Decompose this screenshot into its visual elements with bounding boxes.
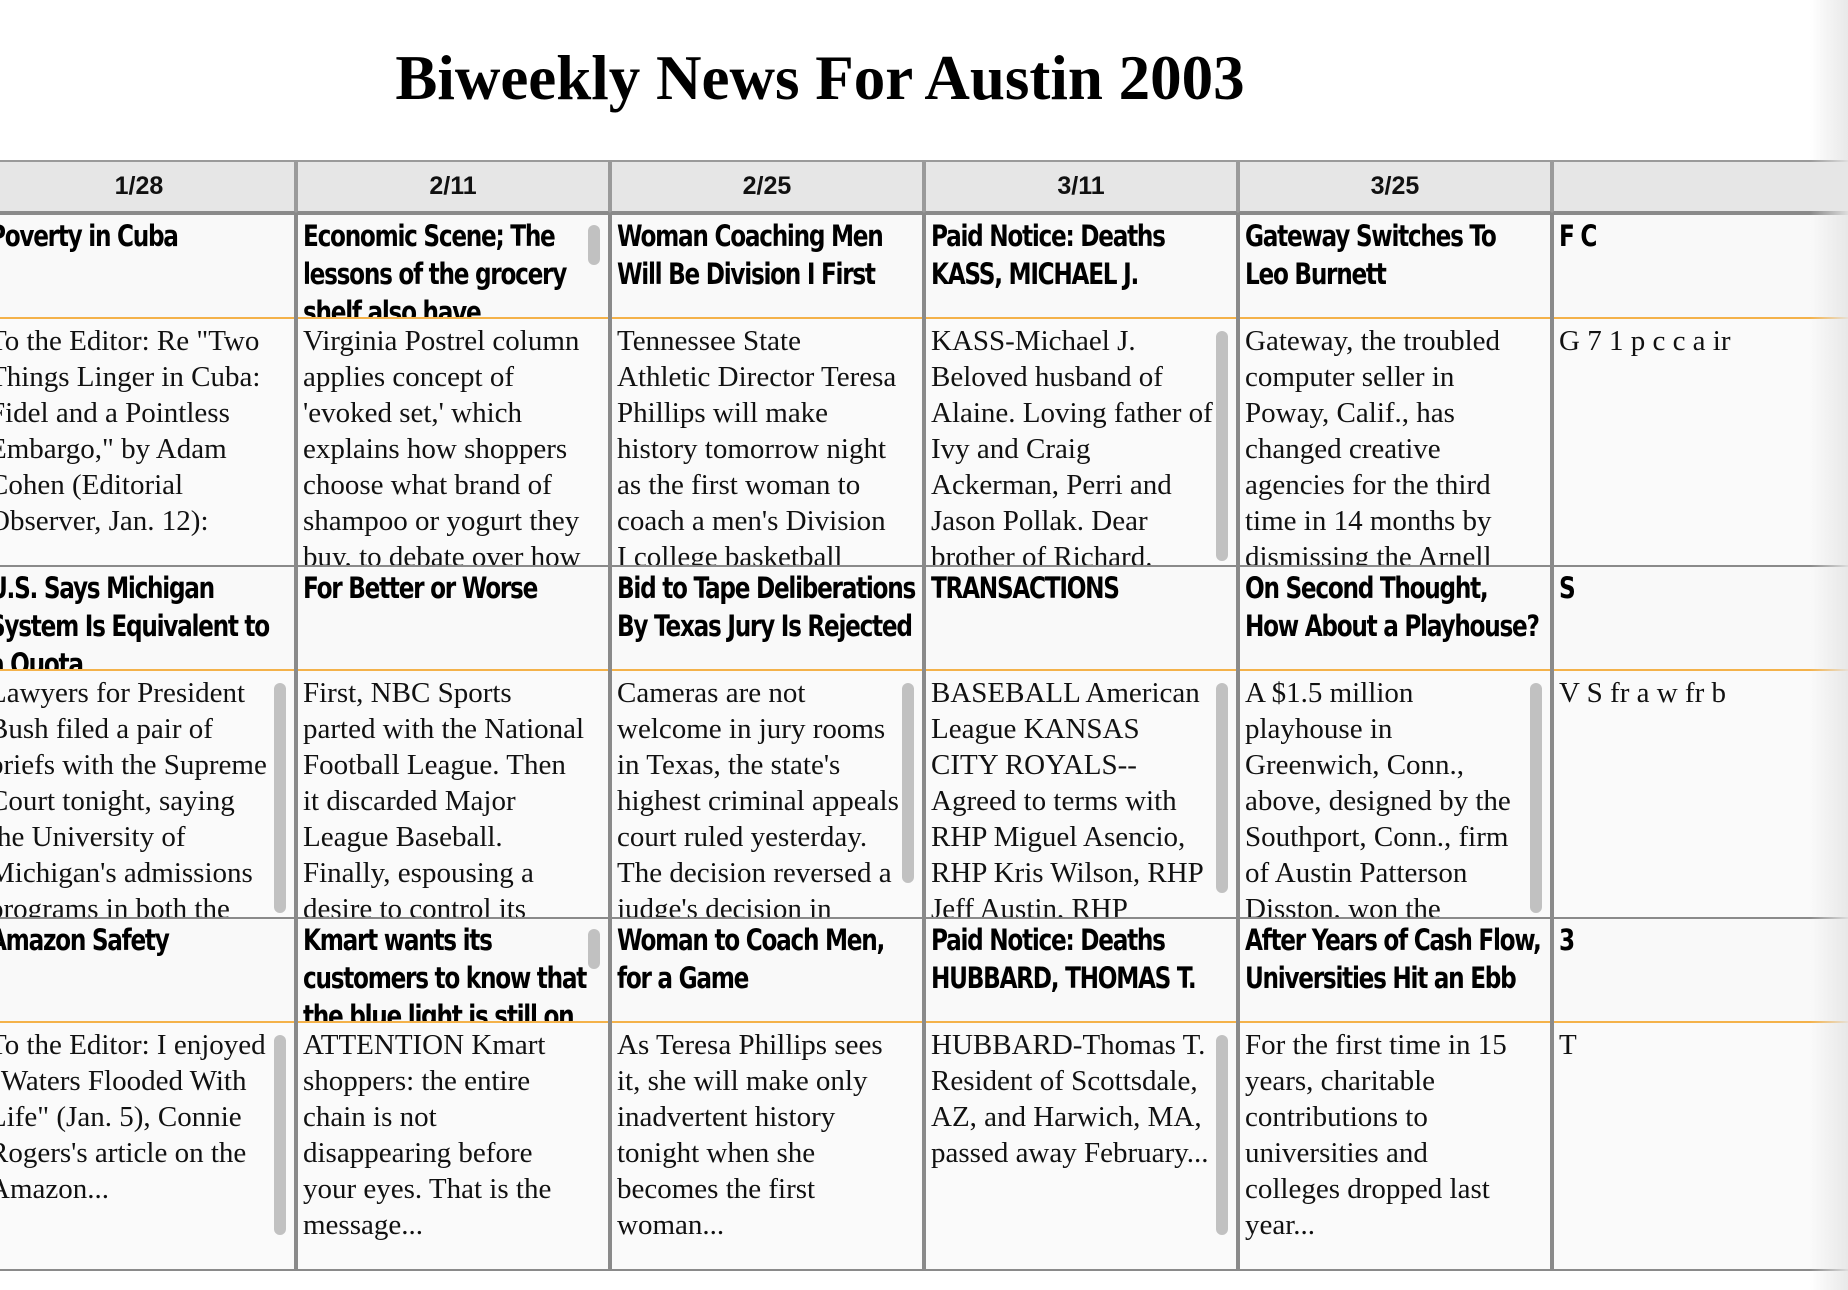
summary-text[interactable]: Lawyers for President Bush filed a pair … xyxy=(0,673,294,917)
headline-box[interactable]: Paid Notice: Deaths HUBBARD, THOMAS T. xyxy=(926,919,1236,1023)
column-header: 1/28 xyxy=(0,160,296,213)
headline-text: U.S. Says Michigan System Is Equivalent … xyxy=(0,571,270,671)
headline-text: Woman to Coach Men, for a Game xyxy=(617,923,885,995)
news-cell: Kmart wants its customers to know that t… xyxy=(296,917,610,1271)
summary-text[interactable]: For the first time in 15 years, charitab… xyxy=(1240,1025,1550,1269)
headline-box[interactable]: After Years of Cash Flow, Universities H… xyxy=(1240,919,1550,1023)
column-header: 2/11 xyxy=(296,160,610,213)
news-cell: Bid to Tape Deliberations By Texas Jury … xyxy=(610,565,924,919)
scrollbar-thumb[interactable] xyxy=(588,929,600,969)
summary-text[interactable]: To the Editor: Re "Two Things Linger in … xyxy=(0,321,294,565)
headline-box[interactable]: Economic Scene; The lessons of the groce… xyxy=(298,215,608,319)
headline-text: Economic Scene; The lessons of the groce… xyxy=(303,219,567,319)
headline-box[interactable]: Woman Coaching Men Will Be Division I Fi… xyxy=(612,215,922,319)
headline-box[interactable]: Gateway Switches To Leo Burnett xyxy=(1240,215,1550,319)
summary-text[interactable]: G 7 1 p c c a ir xyxy=(1554,321,1848,565)
news-cell: Economic Scene; The lessons of the groce… xyxy=(296,213,610,567)
news-cell: Paid Notice: Deaths HUBBARD, THOMAS T. HU… xyxy=(924,917,1238,1271)
news-cell: U.S. Says Michigan System Is Equivalent … xyxy=(0,565,296,919)
news-cell: Poverty in Cuba To the Editor: Re "Two Th… xyxy=(0,213,296,567)
window-shadow xyxy=(1810,0,1848,1290)
headline-text: Amazon Safety xyxy=(0,923,170,957)
summary-text[interactable]: HUBBARD-Thomas T. Resident of Scottsdale… xyxy=(926,1025,1236,1269)
headline-text: Woman Coaching Men Will Be Division I Fi… xyxy=(617,219,884,291)
headline-box[interactable]: Amazon Safety xyxy=(0,919,294,1023)
news-cell: Gateway Switches To Leo Burnett Gateway, … xyxy=(1238,213,1552,567)
news-cell: Paid Notice: Deaths KASS, MICHAEL J. KASS… xyxy=(924,213,1238,567)
headline-text: On Second Thought, How About a Playhouse… xyxy=(1245,571,1540,643)
headline-text: Gateway Switches To Leo Burnett xyxy=(1245,219,1497,291)
headline-box[interactable]: On Second Thought, How About a Playhouse… xyxy=(1240,567,1550,671)
summary-text[interactable]: T xyxy=(1554,1025,1848,1269)
summary-text[interactable]: KASS-Michael J. Beloved husband of Alain… xyxy=(926,321,1236,565)
scrollbar-thumb[interactable] xyxy=(274,683,286,913)
scrollbar-thumb[interactable] xyxy=(1216,331,1228,561)
headline-box[interactable]: Paid Notice: Deaths KASS, MICHAEL J. xyxy=(926,215,1236,319)
news-cell: For Better or Worse First, NBC Sports par… xyxy=(296,565,610,919)
news-cell: S V S fr a w fr b xyxy=(1552,565,1848,919)
headline-box[interactable]: Poverty in Cuba xyxy=(0,215,294,319)
scrollbar-thumb[interactable] xyxy=(588,225,600,265)
summary-text[interactable]: Tennessee State Athletic Director Teresa… xyxy=(612,321,922,565)
news-cell: 3T xyxy=(1552,917,1848,1271)
headline-box[interactable]: F C xyxy=(1554,215,1848,319)
summary-text[interactable]: To the Editor: I enjoyed "Waters Flooded… xyxy=(0,1025,294,1269)
column-header: 3/11 xyxy=(924,160,1238,213)
scrollbar-thumb[interactable] xyxy=(1216,683,1228,893)
summary-text[interactable]: Cameras are not welcome in jury rooms in… xyxy=(612,673,922,917)
headline-text: S xyxy=(1559,571,1576,605)
news-cell: Amazon Safety To the Editor: I enjoyed "W… xyxy=(0,917,296,1271)
headline-box[interactable]: For Better or Worse xyxy=(298,567,608,671)
headline-text: Bid to Tape Deliberations By Texas Jury … xyxy=(617,571,916,643)
news-cell: Woman Coaching Men Will Be Division I Fi… xyxy=(610,213,924,567)
headline-box[interactable]: Woman to Coach Men, for a Game xyxy=(612,919,922,1023)
news-cell: Woman to Coach Men, for a Game As Teresa … xyxy=(610,917,924,1271)
summary-text[interactable]: BASEBALL American League KANSAS CITY ROY… xyxy=(926,673,1236,917)
summary-text[interactable]: Gateway, the troubled computer seller in… xyxy=(1240,321,1550,565)
column-header: 2/25 xyxy=(610,160,924,213)
news-cell: F C G 7 1 p c c a ir xyxy=(1552,213,1848,567)
headline-text: Paid Notice: Deaths KASS, MICHAEL J. xyxy=(931,219,1166,291)
summary-text[interactable]: Virginia Postrel column applies concept … xyxy=(298,321,608,565)
scrollbar-thumb[interactable] xyxy=(1216,1035,1228,1235)
scrollbar-thumb[interactable] xyxy=(274,1035,286,1235)
headline-box[interactable]: 3 xyxy=(1554,919,1848,1023)
summary-text[interactable]: ATTENTION Kmart shoppers: the entire cha… xyxy=(298,1025,608,1269)
headline-text: TRANSACTIONS xyxy=(931,571,1120,605)
headline-text: 3 xyxy=(1559,923,1575,957)
headline-text: F C xyxy=(1559,219,1597,253)
column-header xyxy=(1552,160,1848,213)
news-cell: On Second Thought, How About a Playhouse… xyxy=(1238,565,1552,919)
news-cell: After Years of Cash Flow, Universities H… xyxy=(1238,917,1552,1271)
headline-box[interactable]: U.S. Says Michigan System Is Equivalent … xyxy=(0,567,294,671)
summary-text[interactable]: V S fr a w fr b xyxy=(1554,673,1848,917)
headline-text: Paid Notice: Deaths HUBBARD, THOMAS T. xyxy=(931,923,1197,995)
summary-text[interactable]: A $1.5 million playhouse in Greenwich, C… xyxy=(1240,673,1550,917)
page-title: Biweekly News For Austin 2003 xyxy=(395,43,1245,113)
headline-text: Kmart wants its customers to know that t… xyxy=(303,923,587,1023)
headline-box[interactable]: TRANSACTIONS xyxy=(926,567,1236,671)
headline-box[interactable]: Kmart wants its customers to know that t… xyxy=(298,919,608,1023)
headline-text: Poverty in Cuba xyxy=(0,219,179,253)
column-header: 3/25 xyxy=(1238,160,1552,213)
headline-text: After Years of Cash Flow, Universities H… xyxy=(1245,923,1542,995)
headline-text: For Better or Worse xyxy=(303,571,538,605)
scrollbar-thumb[interactable] xyxy=(1530,683,1542,913)
scrollbar-thumb[interactable] xyxy=(902,683,914,883)
headline-box[interactable]: Bid to Tape Deliberations By Texas Jury … xyxy=(612,567,922,671)
headline-box[interactable]: S xyxy=(1554,567,1848,671)
summary-text[interactable]: As Teresa Phillips sees it, she will mak… xyxy=(612,1025,922,1269)
news-cell: TRANSACTIONS BASEBALL American League KAN… xyxy=(924,565,1238,919)
summary-text[interactable]: First, NBC Sports parted with the Nation… xyxy=(298,673,608,917)
